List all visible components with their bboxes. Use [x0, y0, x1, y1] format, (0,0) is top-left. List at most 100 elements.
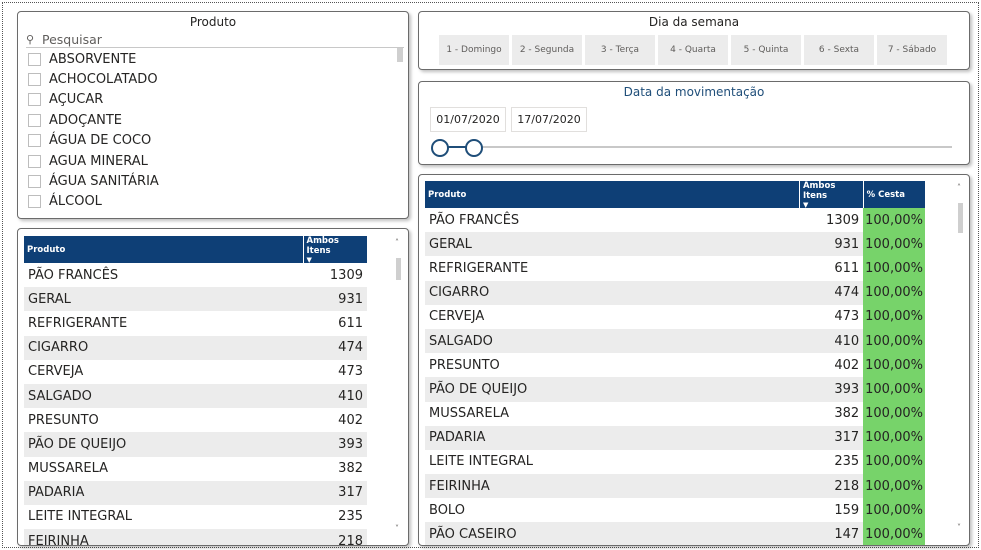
produto-search-box[interactable]: ⚲ Pesquisar — [26, 32, 404, 48]
table-row[interactable]: PÃO CASEIRO 147 100,00% — [425, 522, 925, 545]
right-scroll-thumb[interactable] — [958, 203, 963, 233]
checkbox[interactable] — [28, 52, 41, 66]
checkbox[interactable] — [28, 134, 41, 148]
day-button[interactable]: 4 - Quarta — [658, 35, 728, 65]
left-table-visual: Produto Ambos Itens ▼ PÃO FRANCÊS 1309 GER… — [17, 228, 409, 546]
day-button[interactable]: 3 - Terça — [585, 35, 655, 65]
cell-produto: CIGARRO — [24, 335, 303, 360]
table-row[interactable]: CIGARRO 474 — [24, 335, 367, 360]
cell-ambos-itens: 1309 — [329, 267, 363, 283]
produto-slicer-title: Produto — [189, 15, 237, 29]
day-button[interactable]: 1 - Domingo — [439, 35, 509, 65]
slicer-item[interactable]: ABSORVENTE — [28, 49, 400, 69]
table-row[interactable]: LEITE INTEGRAL 235 100,00% — [425, 449, 925, 475]
table-row[interactable]: PADARIA 317 100,00% — [425, 425, 925, 450]
table-row[interactable]: PRESUNTO 402 100,00% — [425, 353, 925, 378]
cell-ambos-itens: 402 — [834, 357, 860, 373]
cell-ambos-itens: 147 — [799, 522, 864, 545]
cell-cesta-bar: 100,00% — [863, 353, 925, 378]
dia-semana-slicer: Dia da semana 1 - Domingo 2 - Segunda 3 - … — [418, 11, 970, 70]
checkbox[interactable] — [28, 73, 41, 87]
table-row[interactable]: LEITE INTEGRAL 235 — [24, 505, 367, 529]
scroll-up-icon[interactable]: ˄ — [395, 238, 399, 247]
cell-ambos-itens: 393 — [799, 377, 864, 402]
table-row[interactable]: PÃO FRANCÊS 1309 100,00% — [425, 208, 925, 233]
cell-produto: PÃO DE QUEIJO — [425, 377, 800, 402]
header-produto[interactable]: Produto — [425, 181, 800, 208]
day-button[interactable]: 6 - Sexta — [804, 35, 874, 65]
end-date-handle[interactable] — [465, 139, 483, 157]
day-button[interactable]: 5 - Quinta — [731, 35, 801, 65]
table-row[interactable]: PÃO DE QUEIJO 393 100,00% — [425, 377, 925, 402]
slicer-item-label: AÇUCAR — [49, 92, 104, 108]
slicer-item-label: ACHOCOLATADO — [49, 72, 158, 88]
checkbox[interactable] — [28, 113, 41, 127]
slicer-item[interactable]: AGUA MINERAL — [28, 151, 400, 171]
cell-produto: FEIRINHA — [24, 529, 303, 545]
start-date-input[interactable]: 01/07/2020 — [430, 107, 506, 132]
table-row[interactable]: CERVEJA 473 100,00% — [425, 304, 925, 329]
table-row[interactable]: REFRIGERANTE 611 — [24, 311, 367, 335]
cell-produto: PÃO FRANCÊS — [429, 212, 520, 228]
table-row[interactable]: CERVEJA 473 — [24, 360, 367, 384]
cell-ambos-itens: 410 — [303, 383, 367, 409]
header-ambos-itens[interactable]: Ambos Itens ▼ — [799, 181, 864, 209]
cell-produto: GERAL — [24, 287, 303, 312]
table-row[interactable]: FEIRINHA 218 100,00% — [425, 474, 925, 499]
slicer-item[interactable]: AÇUCAR — [28, 90, 400, 110]
table-row[interactable]: CIGARRO 474 100,00% — [425, 280, 925, 305]
cell-produto: PÃO DE QUEIJO — [24, 432, 303, 457]
scroll-down-icon[interactable]: ˅ — [957, 523, 961, 532]
left-table: Produto Ambos Itens ▼ PÃO FRANCÊS 1309 GER… — [24, 236, 367, 545]
dia-semana-title: Dia da semana — [648, 15, 740, 29]
cell-produto: CIGARRO — [425, 280, 800, 305]
slicer-item-label: ABSORVENTE — [49, 51, 137, 67]
slicer-item[interactable]: ACHOCOLATADO — [28, 69, 400, 89]
table-row[interactable]: PÃO FRANCÊS 1309 — [24, 263, 367, 287]
header-produto[interactable]: Produto — [24, 236, 304, 263]
cell-ambos-itens: 474 — [303, 335, 367, 360]
header-ambos-itens[interactable]: Ambos Itens ▼ — [303, 236, 367, 264]
produto-slicer: Produto ⚲ Pesquisar ABSORVENTE ACHOCOLATA… — [17, 11, 409, 219]
header-ambos-label: Ambos Itens — [802, 181, 836, 201]
date-range-track[interactable] — [437, 146, 952, 148]
day-button[interactable]: 2 - Segunda — [512, 35, 582, 65]
slicer-scrollbar[interactable] — [397, 48, 403, 62]
cell-produto: FEIRINHA — [425, 474, 800, 499]
slicer-item[interactable]: ÁGUA SANITÁRIA — [28, 171, 400, 191]
left-table-scrollbar[interactable]: ˄ ˅ — [395, 238, 403, 538]
table-row[interactable]: GERAL 931 — [24, 287, 367, 312]
table-row[interactable]: SALGADO 410 — [24, 383, 367, 409]
slicer-item[interactable]: ÁGUA DE COCO — [28, 131, 400, 151]
cell-cesta-bar: 100,00% — [863, 474, 925, 499]
table-row[interactable]: PRESUNTO 402 — [24, 408, 367, 432]
produto-slicer-list: ABSORVENTE ACHOCOLATADO AÇUCAR ADOÇANTE ÁGUA… — [28, 49, 400, 212]
checkbox[interactable] — [28, 93, 41, 107]
table-row[interactable]: REFRIGERANTE 611 100,00% — [425, 256, 925, 281]
table-row[interactable]: SALGADO 410 100,00% — [425, 328, 925, 354]
table-row[interactable]: GERAL 931 100,00% — [425, 232, 925, 257]
cell-cesta-bar: 100,00% — [863, 449, 925, 475]
table-row[interactable]: MUSSARELA 382 — [24, 457, 367, 481]
end-date-input[interactable]: 17/07/2020 — [511, 107, 587, 132]
checkbox[interactable] — [28, 154, 41, 168]
slicer-item[interactable]: ADOÇANTE — [28, 110, 400, 130]
cell-ambos-itens: 218 — [303, 529, 367, 545]
table-row[interactable]: PADARIA 317 — [24, 480, 367, 505]
cell-cesta-bar: 100,00% — [863, 256, 925, 281]
table-row[interactable]: MUSSARELA 382 100,00% — [425, 401, 925, 426]
scroll-up-icon[interactable]: ˄ — [957, 183, 961, 192]
scroll-down-icon[interactable]: ˅ — [395, 524, 399, 533]
day-button[interactable]: 7 - Sábado — [877, 35, 947, 65]
table-row[interactable]: PÃO DE QUEIJO 393 — [24, 432, 367, 457]
left-scroll-thumb[interactable] — [396, 258, 401, 280]
table-row[interactable]: BOLO 159 100,00% — [425, 498, 925, 523]
checkbox[interactable] — [28, 195, 41, 209]
right-table-scrollbar[interactable]: ˄ ˅ — [957, 183, 965, 537]
header-cesta[interactable]: % Cesta — [863, 181, 925, 208]
checkbox[interactable] — [28, 175, 41, 189]
start-date-handle[interactable] — [431, 139, 449, 157]
table-row[interactable]: FEIRINHA 218 — [24, 529, 367, 545]
slicer-item[interactable]: ÁLCOOL — [28, 192, 400, 212]
cell-ambos-itens: 1309 — [826, 212, 860, 228]
